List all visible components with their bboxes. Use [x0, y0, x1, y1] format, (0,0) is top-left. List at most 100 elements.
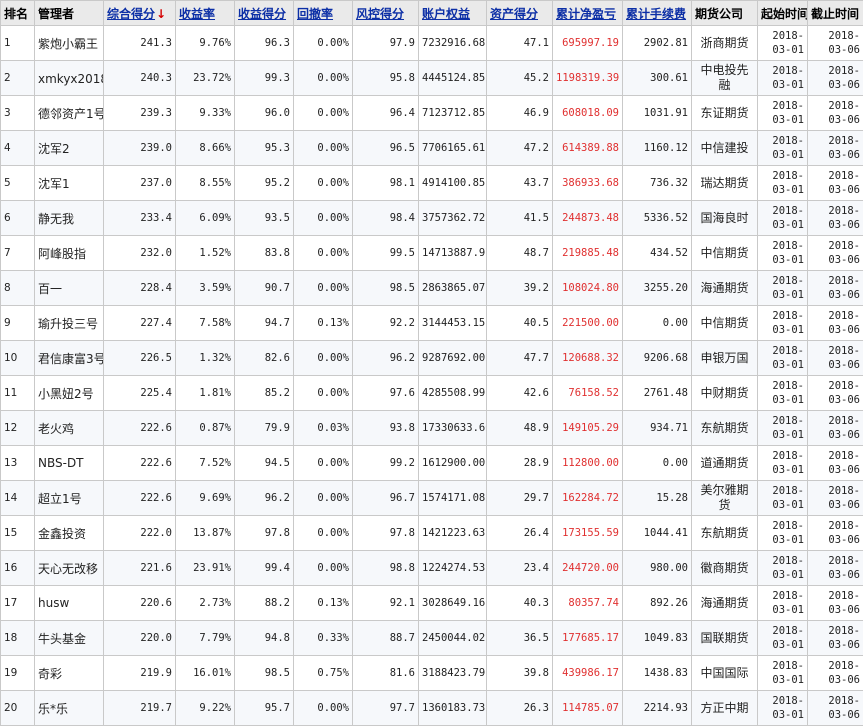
- futures-company: 美尔雅期货: [691, 480, 758, 516]
- cumulative-profit: 614389.88: [552, 130, 623, 166]
- asset-score: 47.7: [486, 340, 553, 376]
- start-date: 2018-03-01: [757, 340, 808, 376]
- table-row: 6 静无我 233.4 6.09% 93.5 0.00% 98.4 3757362.72 41.…: [0, 200, 863, 236]
- asset-score: 41.5: [486, 200, 553, 236]
- header-asset-score[interactable]: 资产得分: [486, 0, 553, 26]
- end-date: 2018-03-06: [807, 655, 863, 691]
- manager-name: 小黑妞2号: [34, 375, 104, 411]
- row-rank: 11: [0, 375, 35, 411]
- manager-name: 君信康富3号: [34, 340, 104, 376]
- futures-company: 中信期货: [691, 305, 758, 341]
- start-date: 2018-03-01: [757, 515, 808, 551]
- asset-score: 26.3: [486, 690, 553, 726]
- manager-name: xmkyx2018期: [34, 60, 104, 96]
- manager-name: NBS-DT: [34, 445, 104, 481]
- start-date: 2018-03-01: [757, 165, 808, 201]
- start-date: 2018-03-01: [757, 375, 808, 411]
- account-equity: 14713887.97: [418, 235, 487, 271]
- table-row: 14 超立1号 222.6 9.69% 96.2 0.00% 96.7 1574171.08 2…: [0, 480, 863, 516]
- asset-score: 43.7: [486, 165, 553, 201]
- futures-company: 徽商期货: [691, 550, 758, 586]
- table-row: 16 天心无改移 221.6 23.91% 99.4 0.00% 98.8 1224274.5…: [0, 550, 863, 586]
- futures-company: 中财期货: [691, 375, 758, 411]
- header-company: 期货公司: [691, 0, 758, 26]
- cumulative-fee: 980.00: [622, 550, 692, 586]
- risk-score: 96.5: [352, 130, 419, 166]
- account-equity: 2450044.02: [418, 620, 487, 656]
- end-date: 2018-03-06: [807, 165, 863, 201]
- risk-score: 99.5: [352, 235, 419, 271]
- asset-score: 46.9: [486, 95, 553, 131]
- header-cum-fee[interactable]: 累计手续费: [622, 0, 692, 26]
- table-row: 10 君信康富3号 226.5 1.32% 82.6 0.00% 96.2 9287692.0…: [0, 340, 863, 376]
- asset-score: 39.2: [486, 270, 553, 306]
- cumulative-profit: 244720.00: [552, 550, 623, 586]
- header-equity[interactable]: 账户权益: [418, 0, 487, 26]
- cumulative-fee: 0.00: [622, 445, 692, 481]
- header-return-rate[interactable]: 收益率: [175, 0, 235, 26]
- table-row: 3 德邻资产1号 239.3 9.33% 96.0 0.00% 96.4 7123712.85…: [0, 95, 863, 131]
- drawdown-rate: 0.00%: [293, 235, 353, 271]
- header-return-score[interactable]: 收益得分: [234, 0, 294, 26]
- row-rank: 8: [0, 270, 35, 306]
- row-rank: 12: [0, 410, 35, 446]
- cumulative-profit: 177685.17: [552, 620, 623, 656]
- return-rate: 23.91%: [175, 550, 235, 586]
- cumulative-profit: 108024.80: [552, 270, 623, 306]
- score: 220.6: [103, 585, 176, 621]
- score: 237.0: [103, 165, 176, 201]
- start-date: 2018-03-01: [757, 60, 808, 96]
- score: 227.4: [103, 305, 176, 341]
- header-end: 截止时间: [807, 0, 863, 26]
- score: 219.7: [103, 690, 176, 726]
- return-score: 94.5: [234, 445, 294, 481]
- header-cum-profit[interactable]: 累计净盈亏: [552, 0, 623, 26]
- risk-score: 88.7: [352, 620, 419, 656]
- header-drawdown[interactable]: 回撤率: [293, 0, 353, 26]
- start-date: 2018-03-01: [757, 130, 808, 166]
- start-date: 2018-03-01: [757, 305, 808, 341]
- sort-desc-icon[interactable]: ↓: [156, 7, 166, 21]
- end-date: 2018-03-06: [807, 340, 863, 376]
- cumulative-profit: 149105.29: [552, 410, 623, 446]
- row-rank: 10: [0, 340, 35, 376]
- risk-score: 93.8: [352, 410, 419, 446]
- header-score-label[interactable]: 综合得分: [107, 7, 155, 21]
- asset-score: 47.1: [486, 25, 553, 61]
- score: 222.6: [103, 480, 176, 516]
- return-rate: 7.52%: [175, 445, 235, 481]
- end-date: 2018-03-06: [807, 690, 863, 726]
- start-date: 2018-03-01: [757, 95, 808, 131]
- score: 222.0: [103, 515, 176, 551]
- drawdown-rate: 0.00%: [293, 340, 353, 376]
- header-score[interactable]: 综合得分↓: [103, 0, 176, 26]
- return-rate: 8.55%: [175, 165, 235, 201]
- account-equity: 3757362.72: [418, 200, 487, 236]
- row-rank: 16: [0, 550, 35, 586]
- return-rate: 7.79%: [175, 620, 235, 656]
- futures-company: 申银万国: [691, 340, 758, 376]
- start-date: 2018-03-01: [757, 480, 808, 516]
- risk-score: 96.7: [352, 480, 419, 516]
- end-date: 2018-03-06: [807, 130, 863, 166]
- manager-name: 瑜升投三号: [34, 305, 104, 341]
- return-rate: 9.69%: [175, 480, 235, 516]
- row-rank: 20: [0, 690, 35, 726]
- manager-name: 静无我: [34, 200, 104, 236]
- header-risk-score[interactable]: 风控得分: [352, 0, 419, 26]
- score: 240.3: [103, 60, 176, 96]
- futures-company: 东航期货: [691, 410, 758, 446]
- manager-name: 紫炮小霸王: [34, 25, 104, 61]
- cumulative-fee: 2761.48: [622, 375, 692, 411]
- cumulative-fee: 1160.12: [622, 130, 692, 166]
- futures-company: 海通期货: [691, 270, 758, 306]
- header-manager: 管理者: [34, 0, 104, 26]
- table-row: 11 小黑妞2号 225.4 1.81% 85.2 0.00% 97.6 4285508.99…: [0, 375, 863, 411]
- risk-score: 96.4: [352, 95, 419, 131]
- risk-score: 98.4: [352, 200, 419, 236]
- table-row: 9 瑜升投三号 227.4 7.58% 94.7 0.13% 92.2 3144453.15 4…: [0, 305, 863, 341]
- manager-name: 百一: [34, 270, 104, 306]
- return-rate: 1.32%: [175, 340, 235, 376]
- cumulative-profit: 386933.68: [552, 165, 623, 201]
- account-equity: 1612900.00: [418, 445, 487, 481]
